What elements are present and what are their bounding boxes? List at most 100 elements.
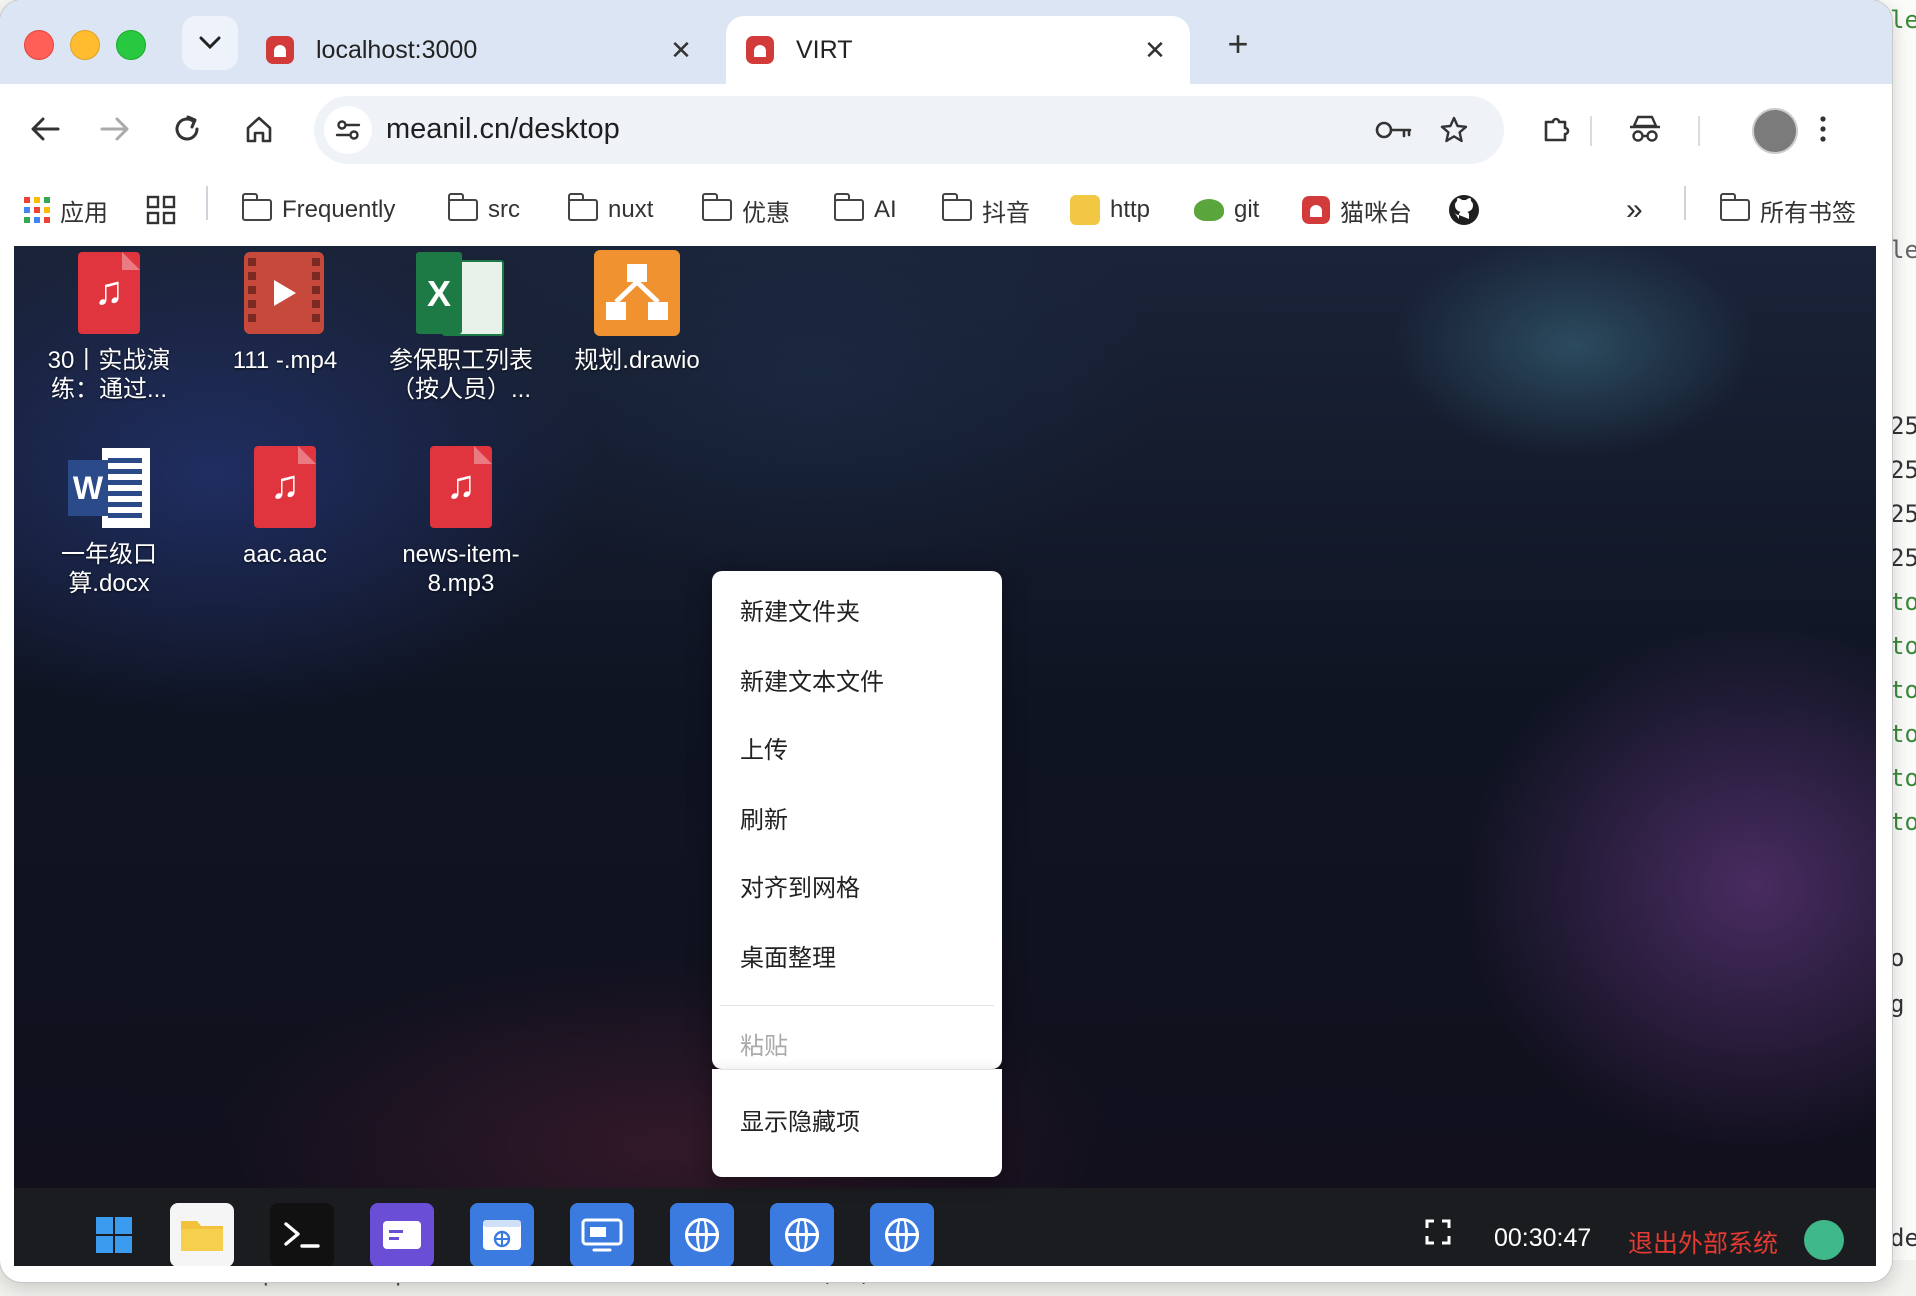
bookmark-all[interactable]: 所有书签 — [1719, 190, 1856, 230]
bookmark-label: 抖音 — [982, 199, 1030, 227]
globe-icon — [685, 1218, 719, 1252]
close-tab-icon[interactable]: ✕ — [666, 35, 696, 66]
tab-title: localhost:3000 — [316, 35, 478, 64]
tab-search-button[interactable] — [182, 16, 238, 70]
menu-item-arrange-desktop[interactable]: 桌面整理 — [712, 931, 1002, 987]
bookmark-folder-ai[interactable]: AI — [833, 190, 897, 230]
url-text[interactable]: meanil.cn/desktop — [386, 113, 620, 146]
profile-avatar[interactable] — [1752, 108, 1798, 154]
fullscreen-button[interactable] — [1414, 1208, 1462, 1256]
taskbar-app-purple[interactable] — [370, 1203, 434, 1266]
menu-button[interactable] — [1796, 102, 1850, 156]
password-key-icon[interactable] — [1374, 110, 1414, 150]
user-status-avatar[interactable] — [1804, 1220, 1844, 1260]
tab-localhost[interactable]: localhost:3000 ✕ — [246, 16, 716, 84]
start-button[interactable] — [82, 1203, 146, 1266]
desktop-icon-word[interactable]: W 一年级口算.docx — [34, 442, 184, 598]
editor-text: to — [1890, 588, 1916, 616]
home-button[interactable] — [232, 102, 286, 156]
desktop-icon-label: aac.aac — [242, 541, 328, 568]
bookmark-folder-youhui[interactable]: 优惠 — [701, 190, 790, 230]
menu-item-upload[interactable]: 上传 — [712, 723, 1002, 779]
minimize-window-button[interactable] — [70, 30, 100, 60]
extensions-button[interactable] — [1530, 102, 1584, 156]
bookmark-github[interactable] — [1448, 190, 1480, 230]
incognito-button[interactable] — [1618, 102, 1672, 156]
browser-window-icon — [483, 1220, 521, 1250]
taskbar-file-explorer[interactable] — [170, 1203, 234, 1266]
bookmark-tab-groups[interactable] — [146, 190, 176, 230]
home-icon — [246, 116, 272, 143]
desktop-icon-audio-1[interactable]: ♫ 30丨实战演练：通过... — [34, 248, 184, 404]
tab-virt[interactable]: VIRT ✕ — [726, 16, 1190, 84]
bookmark-label: nuxt — [608, 196, 654, 223]
exit-external-system-link[interactable]: 退出外部系统 — [1628, 1224, 1778, 1260]
folder-icon — [567, 193, 598, 221]
bookmark-label: 应用 — [60, 199, 108, 227]
editor-text: to — [1890, 808, 1916, 836]
folder-icon — [241, 193, 272, 221]
editor-text: to — [1890, 632, 1916, 660]
taskbar-remote-desktop[interactable] — [570, 1203, 634, 1266]
editor-text: 25 — [1890, 456, 1916, 484]
menu-item-new-text-file[interactable]: 新建文本文件 — [712, 655, 1002, 711]
window-card-icon — [383, 1221, 421, 1249]
incognito-icon — [1630, 115, 1660, 142]
context-menu-tail: 显示隐藏项 — [712, 1069, 1002, 1177]
audio-file-icon: ♫ — [416, 442, 506, 532]
bookmark-folder-src[interactable]: src — [447, 190, 520, 230]
taskbar-web-app-1[interactable] — [670, 1203, 734, 1266]
tune-icon — [335, 120, 361, 140]
bookmark-folder-douyin[interactable]: 抖音 — [941, 190, 1030, 230]
address-bar[interactable]: meanil.cn/desktop — [314, 96, 1504, 164]
bookmark-http[interactable]: http — [1070, 190, 1150, 230]
desktop-icon-video[interactable]: 111 -.mp4 — [210, 248, 360, 375]
back-button[interactable] — [18, 102, 72, 156]
taskbar-web-app-2[interactable] — [770, 1203, 834, 1266]
close-window-button[interactable] — [24, 30, 54, 60]
bookmark-git[interactable]: git — [1194, 190, 1259, 230]
bookmark-label: 优惠 — [742, 199, 790, 227]
git-leaf-icon — [1194, 199, 1224, 221]
bookmarks-overflow-button[interactable]: » — [1626, 190, 1643, 230]
bookmark-label: 猫咪台 — [1340, 199, 1412, 227]
site-info-button[interactable] — [324, 106, 372, 154]
close-tab-icon[interactable]: ✕ — [1140, 35, 1170, 66]
bookmarks-divider — [206, 186, 208, 220]
editor-text: 25 — [1890, 412, 1916, 440]
menu-item-show-hidden[interactable]: 显示隐藏项 — [712, 1095, 1002, 1151]
bookmark-folder-frequently[interactable]: Frequently — [241, 190, 395, 230]
bookmark-maomitai[interactable]: 猫咪台 — [1302, 190, 1412, 230]
virtual-desktop[interactable]: ♫ 30丨实战演练：通过... 111 -.mp4 X 参保职工列表（按人员）.… — [14, 246, 1876, 1266]
bookmarks-bar: 应用 Frequently src nuxt 优惠 AI 抖音 http git… — [0, 176, 1892, 246]
reload-button[interactable] — [160, 102, 214, 156]
new-tab-button[interactable]: + — [1216, 22, 1260, 66]
menu-item-align-to-grid[interactable]: 对齐到网格 — [712, 861, 1002, 917]
bookmark-apps[interactable]: 应用 — [24, 190, 108, 230]
toolbar-divider — [1590, 116, 1592, 146]
desktop-icon-excel[interactable]: X 参保职工列表（按人员）... — [386, 248, 536, 404]
editor-text: to — [1890, 676, 1916, 704]
desktop-icon-audio-3[interactable]: ♫ news-item-8.mp3 — [386, 442, 536, 598]
forward-button[interactable] — [88, 102, 142, 156]
taskbar-browser-window[interactable] — [470, 1203, 534, 1266]
more-vertical-icon — [1820, 116, 1826, 142]
editor-text: o — [1890, 944, 1905, 972]
star-icon[interactable] — [1434, 110, 1474, 150]
editor-text: le — [1890, 6, 1916, 34]
folder-icon — [181, 1221, 223, 1251]
menu-divider — [720, 1069, 994, 1070]
maximize-window-button[interactable] — [116, 30, 146, 60]
taskbar-terminal[interactable] — [270, 1203, 334, 1266]
menu-item-new-folder[interactable]: 新建文件夹 — [712, 585, 1002, 641]
taskbar: 00:30:47 退出外部系统 — [14, 1188, 1876, 1266]
taskbar-web-app-3[interactable] — [870, 1203, 934, 1266]
bookmark-folder-nuxt[interactable]: nuxt — [567, 190, 654, 230]
menu-item-refresh[interactable]: 刷新 — [712, 793, 1002, 849]
globe-icon — [785, 1218, 819, 1252]
menu-divider — [720, 1005, 994, 1006]
cat-face-icon — [1070, 195, 1100, 225]
desktop-icon-drawio[interactable]: 规划.drawio — [562, 248, 712, 375]
desktop-icon-audio-2[interactable]: ♫ aac.aac — [210, 442, 360, 569]
desktop-icon-label: news-item-8.mp3 — [402, 541, 520, 597]
